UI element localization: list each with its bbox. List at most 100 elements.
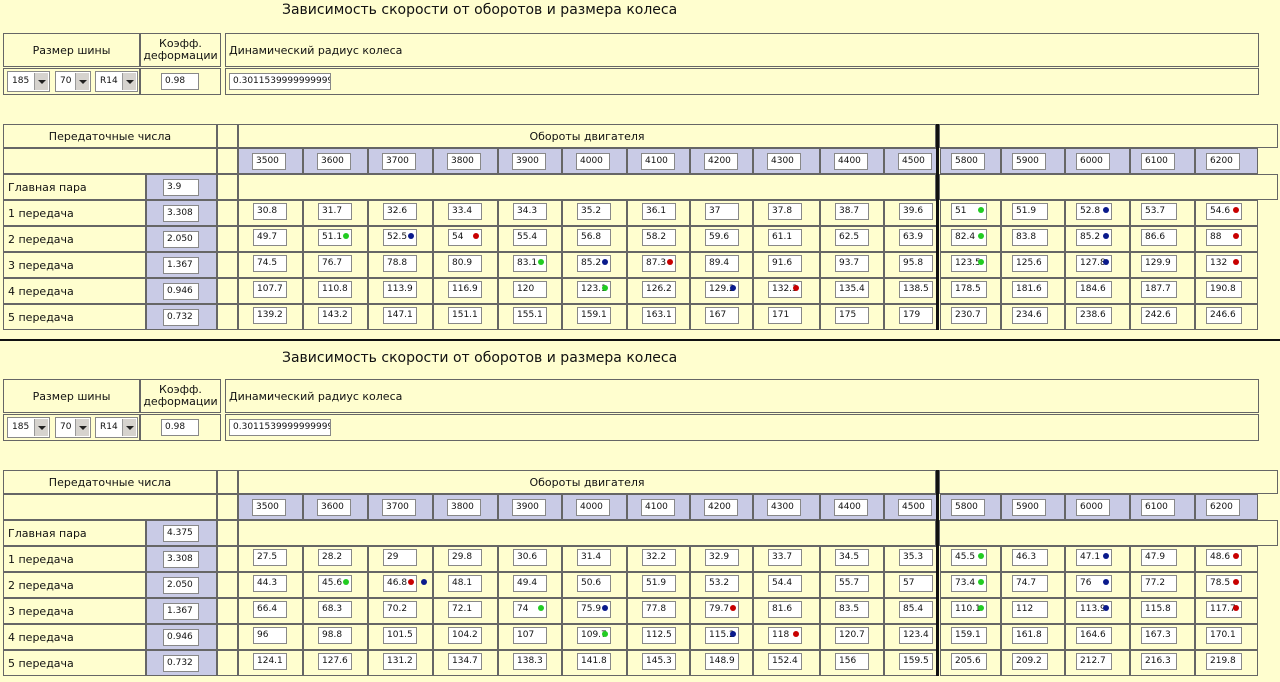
speed-input[interactable]: 34.5	[835, 549, 869, 566]
rpm-input[interactable]: 4500	[898, 498, 932, 516]
speed-input[interactable]: 131.2	[383, 653, 417, 670]
chevron-down-icon[interactable]	[34, 419, 48, 436]
gear-ratio-input[interactable]: 1.367	[163, 602, 199, 620]
speed-input[interactable]: 48.1	[448, 575, 482, 592]
speed-input[interactable]: 179	[899, 307, 933, 324]
speed-input[interactable]: 55.4	[513, 229, 547, 246]
speed-input[interactable]: 138.5	[899, 281, 933, 298]
speed-input[interactable]: 120	[513, 281, 547, 298]
speed-input[interactable]: 37.8	[768, 203, 802, 220]
speed-input[interactable]: 50.6	[577, 575, 611, 592]
rpm-input[interactable]: 4400	[834, 498, 868, 516]
chevron-down-icon[interactable]	[75, 419, 89, 436]
speed-input[interactable]: 112.5	[642, 627, 676, 644]
speed-input[interactable]: 113.9	[383, 281, 417, 298]
rpm-input[interactable]: 4500	[898, 152, 932, 170]
speed-input[interactable]: 77.8	[642, 601, 676, 618]
tire-rim-select[interactable]: R14	[95, 417, 138, 438]
speed-input[interactable]: 104.2	[448, 627, 482, 644]
rpm-input[interactable]: 6000	[1076, 498, 1110, 516]
speed-input[interactable]: 148.9	[705, 653, 739, 670]
speed-input[interactable]: 74.5	[253, 255, 287, 272]
speed-input[interactable]: 96	[253, 627, 287, 644]
speed-input[interactable]: 35.3	[899, 549, 933, 566]
speed-input[interactable]: 126.2	[642, 281, 676, 298]
speed-input[interactable]: 30.8	[253, 203, 287, 220]
chevron-down-icon[interactable]	[75, 73, 89, 90]
coef-input[interactable]: 0.98	[161, 73, 199, 90]
speed-input[interactable]: 78.8	[383, 255, 417, 272]
speed-input[interactable]: 77.2	[1141, 575, 1177, 592]
rpm-input[interactable]: 3500	[252, 498, 286, 516]
speed-input[interactable]: 91.6	[768, 255, 802, 272]
speed-input[interactable]: 95.8	[899, 255, 933, 272]
rpm-input[interactable]: 4300	[767, 152, 801, 170]
rpm-input[interactable]: 6200	[1206, 498, 1240, 516]
speed-input[interactable]: 151.1	[448, 307, 482, 324]
speed-input[interactable]: 134.7	[448, 653, 482, 670]
speed-input[interactable]: 63.9	[899, 229, 933, 246]
rpm-input[interactable]: 3600	[317, 152, 351, 170]
speed-input[interactable]: 76.7	[318, 255, 352, 272]
chevron-down-icon[interactable]	[122, 73, 136, 90]
speed-input[interactable]: 83.5	[835, 601, 869, 618]
speed-input[interactable]: 81.6	[768, 601, 802, 618]
speed-input[interactable]: 190.8	[1206, 281, 1242, 298]
speed-input[interactable]: 29.8	[448, 549, 482, 566]
rpm-input[interactable]: 3900	[512, 152, 546, 170]
rpm-input[interactable]: 4200	[704, 498, 738, 516]
speed-input[interactable]: 143.2	[318, 307, 352, 324]
speed-input[interactable]: 127.6	[318, 653, 352, 670]
speed-input[interactable]: 216.3	[1141, 653, 1177, 670]
speed-input[interactable]: 39.6	[899, 203, 933, 220]
rpm-input[interactable]: 4400	[834, 152, 868, 170]
speed-input[interactable]: 159.1	[577, 307, 611, 324]
speed-input[interactable]: 242.6	[1141, 307, 1177, 324]
speed-input[interactable]: 93.7	[835, 255, 869, 272]
speed-input[interactable]: 33.7	[768, 549, 802, 566]
speed-input[interactable]: 37	[705, 203, 739, 220]
speed-input[interactable]: 147.1	[383, 307, 417, 324]
speed-input[interactable]: 167	[705, 307, 739, 324]
rpm-input[interactable]: 3700	[382, 498, 416, 516]
speed-input[interactable]: 164.6	[1076, 627, 1112, 644]
speed-input[interactable]: 89.4	[705, 255, 739, 272]
speed-input[interactable]: 62.5	[835, 229, 869, 246]
speed-input[interactable]: 85.4	[899, 601, 933, 618]
speed-input[interactable]: 38.7	[835, 203, 869, 220]
speed-input[interactable]: 31.7	[318, 203, 352, 220]
rpm-input[interactable]: 3900	[512, 498, 546, 516]
speed-input[interactable]: 246.6	[1206, 307, 1242, 324]
speed-input[interactable]: 159.5	[899, 653, 933, 670]
speed-input[interactable]: 27.5	[253, 549, 287, 566]
speed-input[interactable]: 32.2	[642, 549, 676, 566]
speed-input[interactable]: 55.7	[835, 575, 869, 592]
speed-input[interactable]: 68.3	[318, 601, 352, 618]
speed-input[interactable]: 139.2	[253, 307, 287, 324]
speed-input[interactable]: 33.4	[448, 203, 482, 220]
gear-ratio-input[interactable]: 0.946	[163, 628, 199, 646]
speed-input[interactable]: 30.6	[513, 549, 547, 566]
speed-input[interactable]: 175	[835, 307, 869, 324]
speed-input[interactable]: 155.1	[513, 307, 547, 324]
speed-input[interactable]: 107.7	[253, 281, 287, 298]
speed-input[interactable]: 184.6	[1076, 281, 1112, 298]
rpm-input[interactable]: 5900	[1012, 498, 1046, 516]
speed-input[interactable]: 35.2	[577, 203, 611, 220]
speed-input[interactable]: 66.4	[253, 601, 287, 618]
rpm-input[interactable]: 4100	[641, 152, 675, 170]
speed-input[interactable]: 47.9	[1141, 549, 1177, 566]
dyn-radius-input[interactable]: 0.30115399999999999	[229, 419, 331, 436]
speed-input[interactable]: 34.3	[513, 203, 547, 220]
gear-ratio-input[interactable]: 0.732	[163, 654, 199, 672]
speed-input[interactable]: 61.1	[768, 229, 802, 246]
rpm-input[interactable]: 5800	[951, 152, 985, 170]
speed-input[interactable]: 28.2	[318, 549, 352, 566]
speed-input[interactable]: 51.9	[1012, 203, 1048, 220]
rpm-input[interactable]: 3800	[447, 498, 481, 516]
speed-input[interactable]: 125.6	[1012, 255, 1048, 272]
speed-input[interactable]: 53.7	[1141, 203, 1177, 220]
speed-input[interactable]: 115.8	[1141, 601, 1177, 618]
tire-profile-select[interactable]: 70	[55, 417, 91, 438]
speed-input[interactable]: 110.8	[318, 281, 352, 298]
